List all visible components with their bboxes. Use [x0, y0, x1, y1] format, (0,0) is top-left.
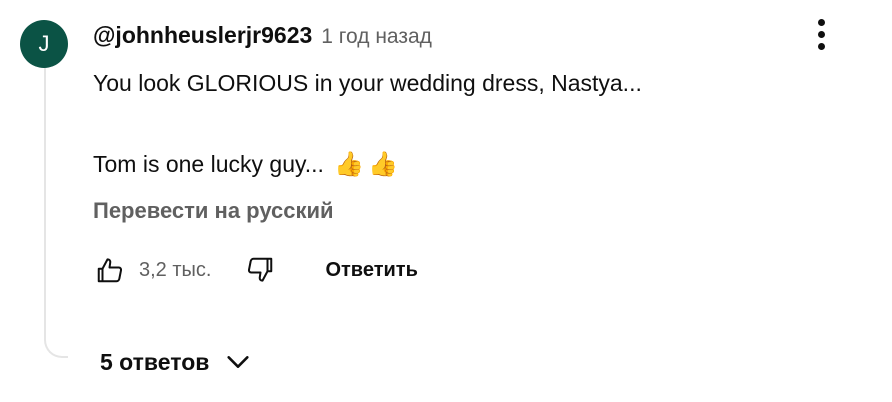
avatar[interactable]: J	[20, 20, 68, 68]
chevron-down-icon	[223, 347, 253, 377]
comment-header: @johnheuslerjr9623 1 год назад	[93, 22, 432, 54]
like-button[interactable]	[93, 253, 127, 287]
thumbs-up-emoji-icon: 👍	[368, 151, 399, 178]
comment-actions: 3,2 тыс. Ответить	[93, 252, 418, 288]
thumb-down-icon	[248, 257, 273, 282]
view-replies-button[interactable]: 5 ответов	[100, 342, 253, 382]
thumbs-up-emoji-icon: 👍	[334, 151, 365, 178]
reply-button[interactable]: Ответить	[325, 259, 417, 282]
more-vert-icon[interactable]	[808, 14, 834, 54]
comment-text-line-1: You look GLORIOUS in your wedding dress,…	[93, 70, 642, 96]
author-name[interactable]: @johnheuslerjr9623	[93, 22, 312, 49]
like-count: 3,2 тыс.	[139, 258, 212, 281]
thread-connector-line	[44, 66, 68, 358]
comment-timestamp[interactable]: 1 год назад	[321, 25, 432, 49]
translate-link[interactable]: Перевести на русский	[93, 198, 334, 224]
thumb-up-icon	[97, 258, 123, 283]
dislike-button[interactable]	[243, 253, 277, 287]
comment-text-line-2-text: Tom is one lucky guy...	[93, 151, 324, 177]
replies-count-label: 5 ответов	[100, 348, 210, 375]
comment-text-line-2: Tom is one lucky guy... 👍 👍	[93, 150, 398, 179]
avatar-letter: J	[38, 31, 50, 56]
